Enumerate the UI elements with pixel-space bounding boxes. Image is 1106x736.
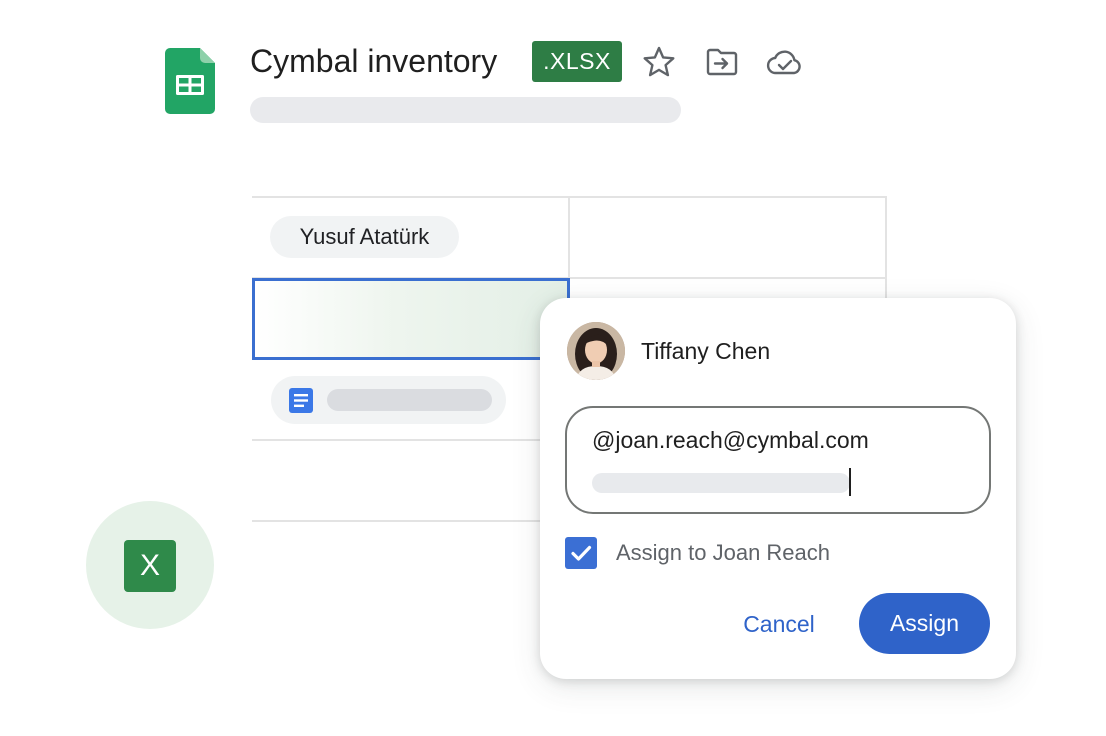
person-smart-chip[interactable]: Yusuf Atatürk — [270, 216, 459, 258]
assign-checkbox-label[interactable]: Assign to Joan Reach — [616, 538, 830, 568]
file-name-placeholder-bar — [327, 389, 492, 411]
assignee-name: Tiffany Chen — [641, 338, 771, 364]
assign-button[interactable]: Assign — [859, 593, 990, 654]
grid-line — [252, 439, 552, 441]
assign-checkbox[interactable] — [565, 537, 597, 569]
selected-cell[interactable] — [252, 278, 570, 360]
google-docs-icon — [289, 388, 313, 413]
grid-line — [885, 196, 887, 300]
excel-tile: X — [124, 540, 176, 592]
microsoft-excel-icon: X — [86, 501, 214, 629]
stage: Cymbal inventory .XLSX Yusuf Atatürk X T… — [0, 0, 1106, 736]
check-icon — [571, 545, 592, 561]
comment-placeholder-bar — [592, 473, 850, 493]
document-title[interactable]: Cymbal inventory — [250, 40, 497, 82]
file-format-badge: .XLSX — [532, 41, 622, 82]
avatar — [567, 322, 625, 380]
mention-input[interactable]: @joan.reach@cymbal.com — [565, 406, 991, 514]
move-to-folder-icon[interactable] — [704, 44, 740, 80]
cancel-button[interactable]: Cancel — [725, 596, 833, 652]
title-placeholder-bar — [250, 97, 681, 123]
google-sheets-icon — [165, 48, 215, 114]
cloud-saved-icon[interactable] — [765, 44, 805, 80]
text-cursor — [849, 468, 851, 496]
file-smart-chip[interactable] — [271, 376, 506, 424]
mention-text: @joan.reach@cymbal.com — [592, 427, 869, 453]
assign-card: Tiffany Chen @joan.reach@cymbal.com Assi… — [540, 298, 1016, 679]
star-icon[interactable] — [641, 44, 677, 80]
grid-line — [252, 520, 552, 522]
